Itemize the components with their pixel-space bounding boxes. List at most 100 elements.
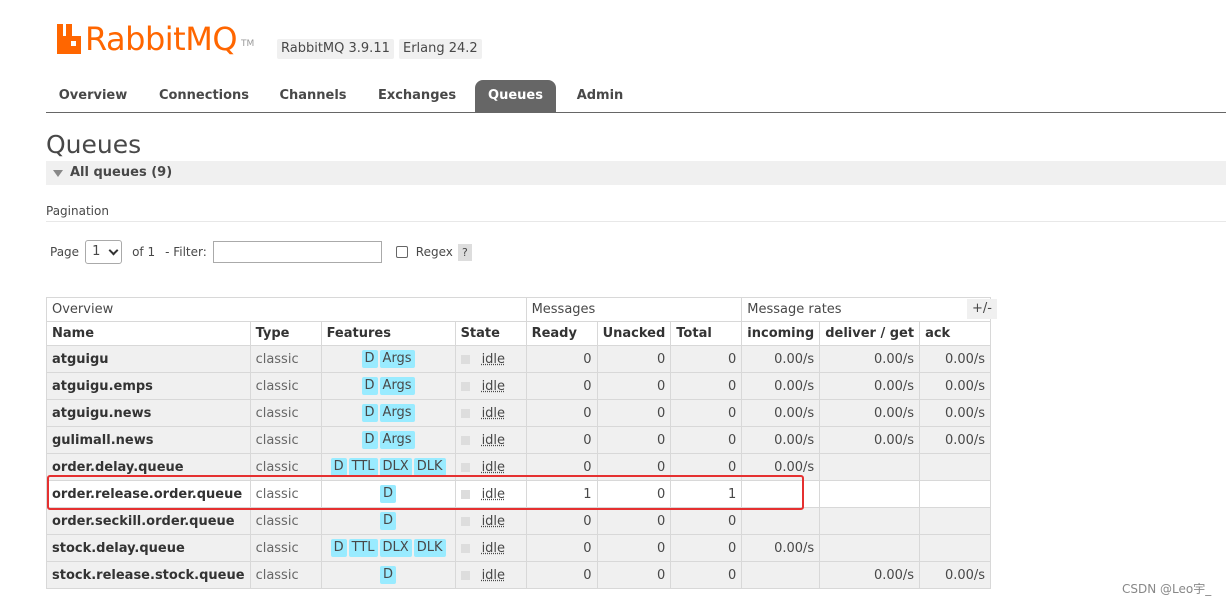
- regex-checkbox[interactable]: [395, 246, 408, 258]
- tab-channels[interactable]: Channels: [268, 80, 358, 112]
- deliver-get-rate: 0.00/s: [819, 372, 921, 400]
- filter-input[interactable]: [212, 241, 382, 263]
- queue-name-link[interactable]: stock.release.stock.queue: [46, 561, 251, 589]
- ack-rate: 0.00/s: [919, 345, 992, 373]
- deliver-get-rate: 0.00/s: [819, 345, 921, 373]
- incoming-rate: [741, 561, 821, 589]
- col-incoming[interactable]: incoming: [741, 321, 821, 346]
- feature-badge: DLX: [379, 458, 412, 476]
- queue-type: classic: [249, 426, 322, 454]
- state-label: idle: [481, 540, 506, 556]
- state-label: idle: [481, 513, 506, 529]
- unacked-count: 0: [596, 534, 672, 562]
- col-ack[interactable]: ack: [919, 321, 992, 346]
- col-ready[interactable]: Ready: [525, 321, 598, 346]
- state-label: idle: [481, 351, 506, 367]
- queue-state: idle: [454, 561, 527, 589]
- ack-rate: 0.00/s: [919, 399, 992, 427]
- feature-badge: TTL: [348, 458, 378, 476]
- ready-count: 0: [525, 507, 598, 535]
- feature-badge: D: [361, 431, 378, 449]
- total-count: 0: [670, 561, 743, 589]
- ready-count: 0: [525, 345, 598, 373]
- table-row[interactable]: gulimall.news classic D Args idle 0 0 0 0.00/s 0.…: [46, 426, 992, 454]
- queue-type: classic: [249, 345, 322, 373]
- col-total[interactable]: Total: [670, 321, 743, 346]
- feature-badge: Args: [379, 404, 415, 422]
- queue-state: idle: [454, 507, 527, 535]
- queue-name-link[interactable]: order.seckill.order.queue: [46, 507, 251, 535]
- state-indicator-icon: [460, 408, 470, 418]
- incoming-rate: 0.00/s: [741, 534, 821, 562]
- col-unacked[interactable]: Unacked: [596, 321, 672, 346]
- column-toggle-button[interactable]: +/-: [967, 299, 997, 319]
- col-deliver-get[interactable]: deliver / get: [819, 321, 921, 346]
- filter-label: - Filter:: [165, 245, 207, 259]
- main-nav-tabs: Overview Connections Channels Exchanges …: [46, 80, 1226, 113]
- unacked-count: 0: [596, 507, 672, 535]
- feature-badge: D: [330, 458, 347, 476]
- tab-admin[interactable]: Admin: [562, 80, 638, 112]
- feature-badge: D: [361, 377, 378, 395]
- ack-rate: 0.00/s: [919, 561, 992, 589]
- rabbit-logo-icon: [57, 24, 81, 54]
- feature-badge: D: [361, 404, 378, 422]
- regex-help-button[interactable]: ?: [457, 243, 472, 261]
- tab-overview[interactable]: Overview: [46, 80, 140, 112]
- ack-rate: 0.00/s: [919, 372, 992, 400]
- queue-name-link[interactable]: atguigu: [46, 345, 251, 373]
- col-name[interactable]: Name: [46, 321, 251, 346]
- table-row[interactable]: atguigu.emps classic D Args idle 0 0 0 0.00/s 0.0…: [46, 372, 992, 400]
- unacked-count: 0: [596, 399, 672, 427]
- state-indicator-icon: [460, 435, 470, 445]
- table-row[interactable]: order.seckill.order.queue classic Didle 0 0 0: [46, 507, 992, 535]
- deliver-get-rate: 0.00/s: [819, 426, 921, 454]
- table-row[interactable]: stock.delay.queue classic D TTL DLX DLK idle 0 0…: [46, 534, 992, 562]
- tab-queues[interactable]: Queues: [475, 80, 556, 112]
- queue-rows: atguigu classic D Args idle 0 0 0 0.00/s 0.00/s 0.…: [46, 345, 992, 589]
- section-title: All queues (9): [70, 165, 173, 180]
- incoming-rate: 0.00/s: [741, 426, 821, 454]
- queue-type: classic: [249, 399, 322, 427]
- tab-exchanges[interactable]: Exchanges: [364, 80, 470, 112]
- incoming-rate: 0.00/s: [741, 399, 821, 427]
- unacked-count: 0: [596, 561, 672, 589]
- queue-state: idle: [454, 345, 527, 373]
- queue-features: D Args: [320, 372, 456, 400]
- feature-badge: D: [330, 539, 347, 557]
- queue-state: idle: [454, 534, 527, 562]
- queue-name-link[interactable]: gulimall.news: [46, 426, 251, 454]
- table-row[interactable]: stock.release.stock.queue classic Didle 0 0 0…: [46, 561, 992, 589]
- unacked-count: 0: [596, 345, 672, 373]
- ack-rate: 0.00/s: [919, 426, 992, 454]
- col-state[interactable]: State: [454, 321, 527, 346]
- feature-badge: D: [361, 350, 378, 368]
- deliver-get-rate: [819, 507, 921, 535]
- col-type[interactable]: Type: [249, 321, 322, 346]
- total-count: 0: [670, 345, 743, 373]
- ack-rate: [919, 534, 992, 562]
- group-messages: Messages: [525, 297, 743, 322]
- queue-type: classic: [249, 561, 322, 589]
- group-message-rates: Message rates: [741, 297, 992, 322]
- total-count: 0: [670, 399, 743, 427]
- total-count: 0: [670, 534, 743, 562]
- queue-features: D: [320, 507, 456, 535]
- state-label: idle: [481, 378, 506, 394]
- queue-type: classic: [249, 534, 322, 562]
- queue-features: D TTL DLX DLK: [320, 534, 456, 562]
- table-row[interactable]: atguigu.news classic D Args idle 0 0 0 0.00/s 0.0…: [46, 399, 992, 427]
- queue-name-link[interactable]: atguigu.emps: [46, 372, 251, 400]
- page-count: of 1: [132, 245, 156, 259]
- queue-name-link[interactable]: atguigu.news: [46, 399, 251, 427]
- queue-name-link[interactable]: stock.delay.queue: [46, 534, 251, 562]
- tab-connections[interactable]: Connections: [146, 80, 262, 112]
- feature-badge: DLK: [413, 458, 446, 476]
- table-row[interactable]: atguigu classic D Args idle 0 0 0 0.00/s 0.00/s 0.…: [46, 345, 992, 373]
- page-select[interactable]: 1: [85, 240, 123, 264]
- deliver-get-rate: 0.00/s: [819, 561, 921, 589]
- watermark: CSDN @Leo宇_: [1122, 582, 1212, 596]
- all-queues-section-toggle[interactable]: All queues (9): [46, 161, 1226, 185]
- logo-tm: TM: [241, 39, 255, 49]
- chevron-down-icon: [108, 245, 119, 256]
